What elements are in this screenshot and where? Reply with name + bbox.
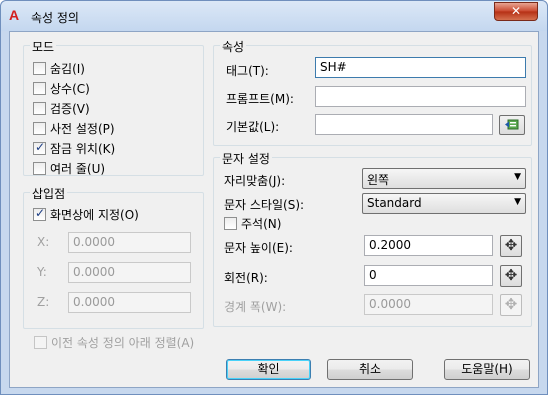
tag-label: 태그(T):	[226, 64, 269, 78]
mode-option-box[interactable]	[33, 82, 46, 95]
mode-option-checkbox[interactable]: 상수(C)	[33, 80, 90, 97]
mode-option-box[interactable]	[33, 162, 46, 175]
title-bar[interactable]: A 속성 정의 ✕	[1, 1, 547, 31]
attribute-definition-dialog: A 속성 정의 ✕ 모드 숨김(I) 상수(C) 검증(V) 사전 설정(P) 잠금 위…	[0, 0, 548, 395]
text-height-label: 문자 높이(E):	[224, 241, 293, 255]
prompt-label: 프롬프트(M):	[226, 92, 294, 106]
autocad-logo-icon: A	[9, 7, 20, 23]
mode-option-label: 상수(C)	[50, 82, 90, 96]
text-style-dropdown[interactable]: Standard ▼	[362, 193, 526, 214]
help-button[interactable]: 도움말(H)	[444, 359, 530, 380]
mode-option-label: 사전 설정(P)	[50, 122, 115, 136]
mode-option-box[interactable]	[33, 122, 46, 135]
justification-dropdown[interactable]: 왼쪽 ▼	[362, 168, 526, 189]
cancel-button[interactable]: 취소	[327, 359, 413, 380]
default-label: 기본값(L):	[226, 120, 280, 134]
annotative-checkbox[interactable]: 주석(N)	[224, 215, 281, 232]
text-style-value: Standard	[367, 196, 422, 210]
crosshair-icon: ✥	[504, 236, 518, 254]
mode-option-checkbox[interactable]: 여러 줄(U)	[33, 160, 105, 177]
align-below-label: 이전 속성 정의 아래 정렬(A)	[51, 336, 195, 350]
mode-option-label: 잠금 위치(K)	[50, 142, 116, 156]
chevron-down-icon: ▼	[514, 197, 521, 207]
z-label: Z:	[37, 295, 50, 309]
prompt-input[interactable]	[315, 86, 526, 107]
justification-label: 자리맞춤(J):	[224, 174, 286, 188]
insertion-point-legend: 삽입점	[30, 185, 68, 202]
mode-option-box[interactable]	[33, 62, 46, 75]
align-below-box[interactable]	[34, 336, 47, 349]
close-button[interactable]: ✕	[494, 2, 538, 21]
z-field[interactable]: 0.0000	[68, 292, 191, 313]
insert-field-button[interactable]	[499, 115, 525, 135]
annotative-box[interactable]	[224, 217, 237, 230]
tag-input[interactable]: SH#	[315, 57, 526, 78]
boundary-width-label: 경계 폭(W):	[224, 300, 287, 314]
mode-option-checkbox[interactable]: 숨김(I)	[33, 60, 85, 77]
y-field[interactable]: 0.0000	[68, 262, 191, 283]
y-label: Y:	[37, 265, 47, 279]
crosshair-icon: ✥	[504, 266, 518, 284]
specify-on-screen-checkbox[interactable]: 화면상에 지정(O)	[33, 206, 139, 223]
x-label: X:	[37, 235, 50, 249]
default-input[interactable]	[315, 114, 493, 135]
specify-on-screen-box[interactable]	[33, 206, 46, 221]
ok-button[interactable]: 확인	[226, 359, 311, 380]
text-style-label: 문자 스타일(S):	[224, 198, 305, 212]
attribute-legend: 속성	[220, 38, 247, 55]
mode-option-label: 여러 줄(U)	[50, 162, 106, 176]
mode-option-box[interactable]	[33, 140, 46, 155]
annotative-label: 주석(N)	[241, 217, 282, 231]
mode-option-checkbox[interactable]: 사전 설정(P)	[33, 120, 115, 137]
pick-boundary-width-button[interactable]: ✥	[500, 294, 522, 316]
rotation-input[interactable]: 0	[364, 265, 493, 286]
text-settings-legend: 문자 설정	[220, 150, 272, 167]
insert-field-icon	[505, 119, 519, 130]
align-below-checkbox[interactable]: 이전 속성 정의 아래 정렬(A)	[34, 334, 194, 351]
mode-option-box[interactable]	[33, 102, 46, 115]
chevron-down-icon: ▼	[514, 172, 521, 182]
pick-text-height-button[interactable]: ✥	[500, 235, 522, 257]
text-height-input[interactable]: 0.2000	[364, 235, 493, 256]
x-field[interactable]: 0.0000	[68, 232, 191, 253]
specify-on-screen-label: 화면상에 지정(O)	[50, 208, 139, 222]
boundary-width-input[interactable]: 0.0000	[364, 294, 493, 315]
mode-option-label: 숨김(I)	[50, 62, 85, 76]
mode-option-checkbox[interactable]: 검증(V)	[33, 100, 90, 117]
dialog-body: 모드 숨김(I) 상수(C) 검증(V) 사전 설정(P) 잠금 위치(K) 여러 줄(U…	[9, 31, 539, 388]
crosshair-icon: ✥	[504, 295, 518, 313]
rotation-label: 회전(R):	[224, 271, 268, 285]
mode-option-label: 검증(V)	[50, 102, 90, 116]
pick-rotation-button[interactable]: ✥	[500, 265, 522, 287]
mode-legend: 모드	[30, 38, 57, 55]
mode-option-checkbox[interactable]: 잠금 위치(K)	[33, 140, 115, 157]
justification-value: 왼쪽	[367, 173, 390, 187]
window-title: 속성 정의	[31, 11, 79, 25]
